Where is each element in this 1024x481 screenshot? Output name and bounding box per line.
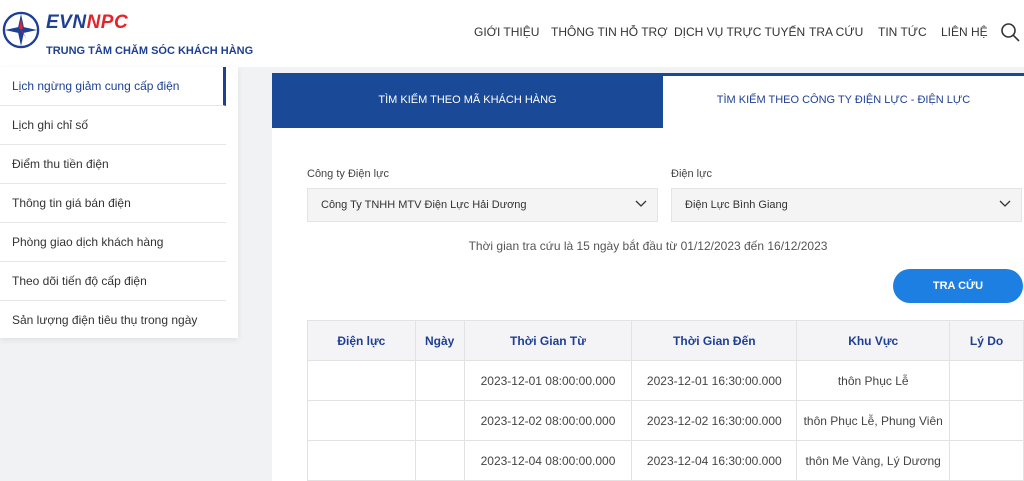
chevron-down-icon — [635, 200, 647, 207]
search-icon[interactable] — [1000, 22, 1020, 42]
cell-ly-do — [949, 400, 1024, 441]
cell-thoi-gian-den: 2023-12-04 16:30:00.000 — [631, 440, 798, 481]
sidebar-item-phong-giao-dich-khach-hang[interactable]: Phòng giao dịch khách hàng — [0, 223, 226, 262]
chevron-down-icon — [999, 200, 1011, 207]
table-row: 2023-12-02 08:00:00.000 2023-12-02 16:30… — [307, 400, 1024, 441]
cell-thoi-gian-tu: 2023-12-02 08:00:00.000 — [463, 400, 633, 441]
cell-thoi-gian-den: 2023-12-01 16:30:00.000 — [631, 360, 798, 401]
company-select-value: Công Ty TNHH MTV Điện Lực Hải Dương — [321, 199, 527, 211]
company-select[interactable]: Công Ty TNHH MTV Điện Lực Hải Dương — [307, 188, 658, 222]
cell-dien-luc — [307, 360, 416, 401]
cell-ngay — [414, 400, 465, 441]
branch-select-value: Điện Lực Bình Giang — [685, 199, 788, 211]
col-header-dien-luc: Điện lực — [307, 320, 416, 361]
cell-dien-luc — [307, 400, 416, 441]
col-header-ly-do: Lý Do — [949, 320, 1024, 361]
col-header-thoi-gian-tu: Thời Gian Từ — [463, 320, 633, 361]
sidebar-menu: Lịch ngừng giảm cung cấp điện Lịch ghi c… — [0, 67, 238, 338]
col-header-khu-vuc: Khu Vực — [796, 320, 951, 361]
tab-search-by-customer-code[interactable]: TÌM KIẾM THEO MÃ KHÁCH HÀNG — [272, 73, 663, 128]
site-header: EVNNPC TRUNG TÂM CHĂM SÓC KHÁCH HÀNG GIỚ… — [0, 0, 1024, 67]
cell-khu-vuc: thôn Phục Lễ — [796, 360, 951, 401]
cell-khu-vuc: thôn Phục Lễ, Phung Viên — [796, 400, 951, 441]
search-button[interactable]: TRA CỨU — [893, 269, 1023, 303]
sidebar-item-san-luong-dien-tieu-thu[interactable]: Sản lượng điện tiêu thụ trong ngày — [0, 301, 226, 340]
cell-thoi-gian-den: 2023-12-02 16:30:00.000 — [631, 400, 798, 441]
tab-search-by-power-company[interactable]: TÌM KIẾM THEO CÔNG TY ĐIỆN LỰC - ĐIỆN LỰ… — [663, 73, 1024, 128]
cell-ngay — [414, 360, 465, 401]
sidebar-item-diem-thu-tien-dien[interactable]: Điểm thu tiền điện — [0, 145, 226, 184]
search-period-info: Thời gian tra cứu là 15 ngày bắt đầu từ … — [468, 239, 828, 253]
table-row: 2023-12-04 08:00:00.000 2023-12-04 16:30… — [307, 440, 1024, 481]
brand-subtitle: TRUNG TÂM CHĂM SÓC KHÁCH HÀNG — [46, 45, 254, 57]
cell-ly-do — [949, 440, 1024, 481]
cell-ngay — [414, 440, 465, 481]
branch-select[interactable]: Điện Lực Bình Giang — [671, 188, 1022, 222]
cell-dien-luc — [307, 440, 416, 481]
cell-khu-vuc: thôn Me Vàng, Lý Dương — [796, 440, 951, 481]
cell-thoi-gian-tu: 2023-12-04 08:00:00.000 — [463, 440, 633, 481]
cell-ly-do — [949, 360, 1024, 401]
cell-thoi-gian-tu: 2023-12-01 08:00:00.000 — [463, 360, 633, 401]
sidebar-item-theo-doi-tien-do-cap-dien[interactable]: Theo dõi tiến độ cấp điện — [0, 262, 226, 301]
sidebar-item-thong-tin-gia-ban-dien[interactable]: Thông tin giá bán điện — [0, 184, 226, 223]
col-header-ngay: Ngày — [414, 320, 465, 361]
company-label: Công ty Điện lực — [307, 168, 389, 180]
sidebar-item-lich-ngung-giam-cung-cap-dien[interactable]: Lịch ngừng giảm cung cấp điện — [0, 67, 226, 106]
nav-dich-vu-truc-tuyen[interactable]: DỊCH VỤ TRỰC TUYẾN — [674, 25, 805, 39]
outage-schedule-table: Điện lực Ngày Thời Gian Từ Thời Gian Đến… — [307, 320, 1024, 481]
nav-lien-he[interactable]: LIÊN HỆ — [941, 25, 988, 39]
nav-gioi-thieu[interactable]: GIỚI THIỆU — [474, 25, 539, 39]
table-header-row: Điện lực Ngày Thời Gian Từ Thời Gian Đến… — [307, 320, 1024, 361]
col-header-thoi-gian-den: Thời Gian Đến — [631, 320, 798, 361]
nav-thong-tin-ho-tro[interactable]: THÔNG TIN HỖ TRỢ — [551, 25, 668, 39]
branch-label: Điện lực — [671, 168, 712, 180]
nav-tin-tuc[interactable]: TIN TỨC — [878, 25, 927, 39]
sidebar-item-lich-ghi-chi-so[interactable]: Lịch ghi chỉ số — [0, 106, 226, 145]
table-row: 2023-12-01 08:00:00.000 2023-12-01 16:30… — [307, 360, 1024, 401]
main-nav: GIỚI THIỆU THÔNG TIN HỖ TRỢ DỊCH VỤ TRỰC… — [0, 25, 1024, 43]
nav-tra-cuu[interactable]: TRA CỨU — [809, 25, 863, 39]
